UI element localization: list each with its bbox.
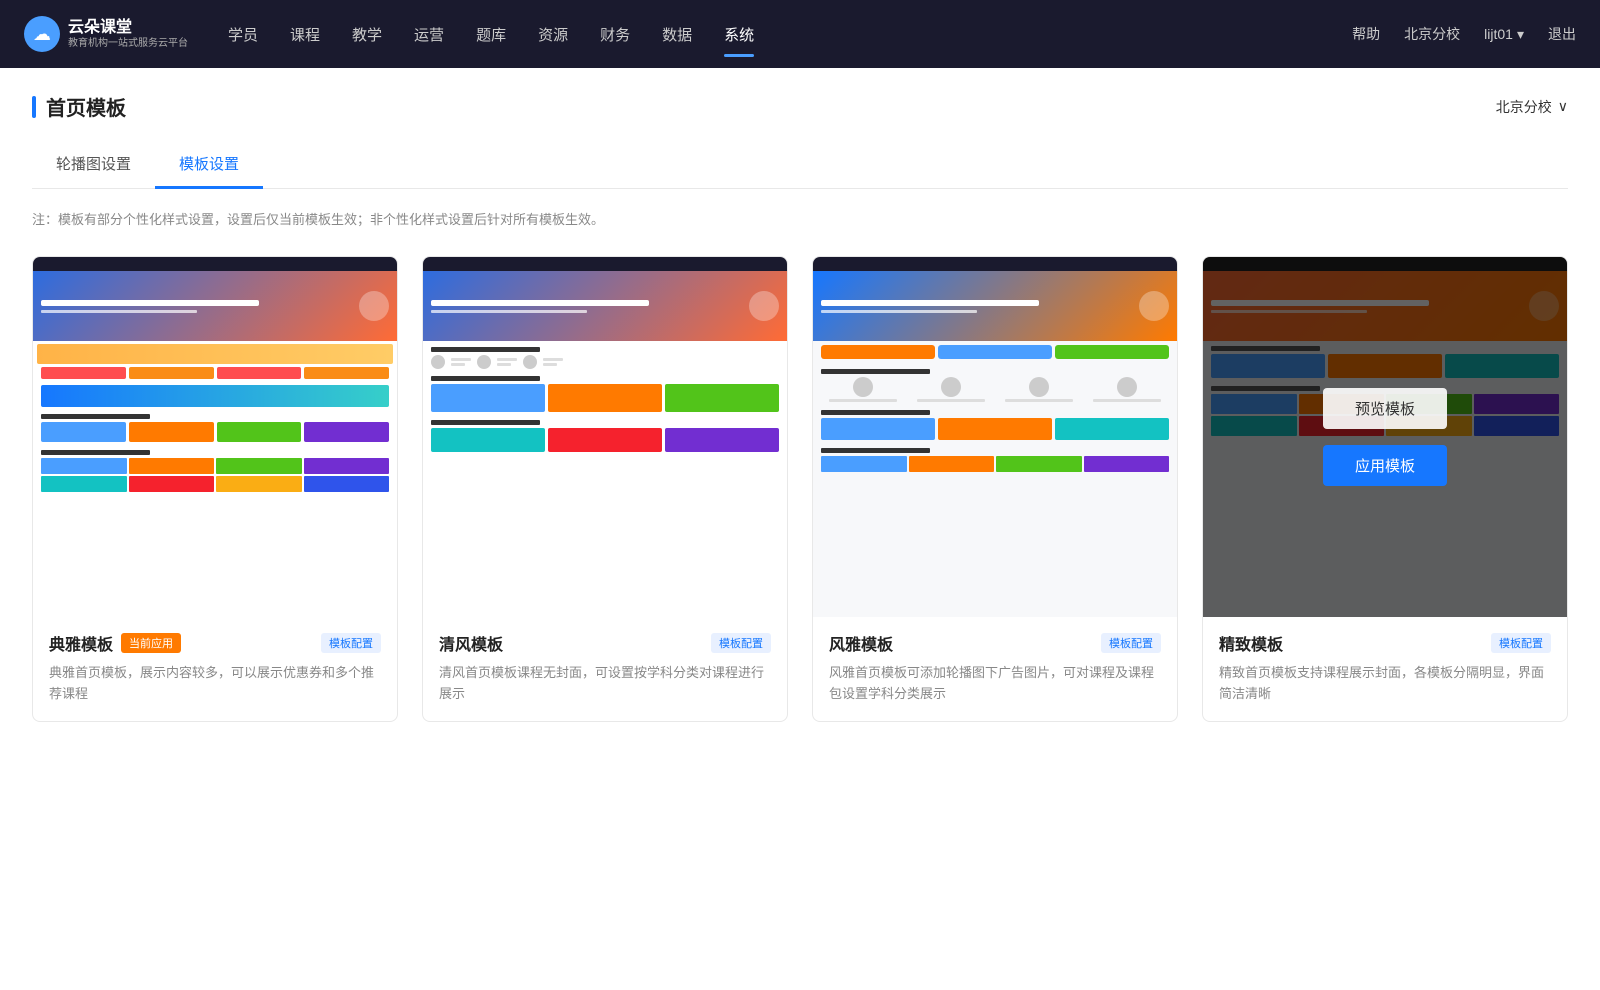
template-desc-4: 精致首页模板支持课程展示封面，各模板分隔明显，界面简洁清晰 [1219, 663, 1551, 705]
template-title-row-3: 风雅模板 模板配置 [829, 631, 1161, 655]
template-info-2: 清风模板 模板配置 清风首页模板课程无封面，可设置按学科分类对课程进行展示 [423, 617, 787, 721]
tabs-bar: 轮播图设置 模板设置 [32, 141, 1568, 189]
apply-button-3[interactable]: 应用模板 [933, 445, 1057, 486]
logo[interactable]: ☁ 云朵课堂 教育机构一站式服务云平台 [24, 16, 188, 52]
template-card-2: 预览模板 应用模板 清风模板 模板配置 清风首页模板课程无封面，可设置按学科分类… [422, 256, 788, 722]
template-title-row-4: 精致模板 模板配置 [1219, 631, 1551, 655]
user-dropdown[interactable]: lijt01 ▾ [1484, 26, 1524, 43]
username: lijt01 [1484, 26, 1513, 42]
template-card-3: 预览模板 应用模板 风雅模板 模板配置 风雅首页模板可添加轮播图下广告图片，可对… [812, 256, 1178, 722]
template-name-3: 风雅模板 [829, 631, 893, 655]
template-preview-1: 预览模板 应用模板 [33, 257, 397, 617]
logo-sub: 教育机构一站式服务云平台 [68, 38, 188, 50]
apply-button-4[interactable]: 应用模板 [1323, 445, 1447, 486]
preview-button-4[interactable]: 预览模板 [1323, 388, 1447, 429]
logo-icon: ☁ [24, 16, 60, 52]
navbar-right: 帮助 北京分校 lijt01 ▾ 退出 [1352, 24, 1576, 44]
nav-item-resources[interactable]: 资源 [538, 16, 568, 53]
current-badge-1: 当前应用 [121, 633, 181, 653]
preview-button-2[interactable]: 预览模板 [543, 388, 667, 429]
template-card-4: 预览模板 应用模板 精致模板 模板配置 精致首页模板支持课程展示封面，各模板分隔… [1202, 256, 1568, 722]
page-title-bar [32, 96, 36, 118]
template-title-row-2: 清风模板 模板配置 [439, 631, 771, 655]
logo-main: 云朵课堂 [68, 18, 188, 37]
nav-item-questions[interactable]: 题库 [476, 16, 506, 53]
tab-template[interactable]: 模板设置 [155, 141, 263, 189]
nav-menu: 学员 课程 教学 运营 题库 资源 财务 数据 系统 [228, 16, 1352, 53]
template-overlay-4: 预览模板 应用模板 [1203, 257, 1567, 617]
nav-item-students[interactable]: 学员 [228, 16, 258, 53]
chevron-down-icon: ▾ [1517, 26, 1524, 43]
help-link[interactable]: 帮助 [1352, 24, 1380, 44]
nav-item-finance[interactable]: 财务 [600, 16, 630, 53]
note-text: 注：模板有部分个性化样式设置，设置后仅当前模板生效；非个性化样式设置后针对所有模… [32, 209, 1568, 228]
page-title: 首页模板 [46, 92, 126, 121]
nav-item-teaching[interactable]: 教学 [352, 16, 382, 53]
nav-item-system[interactable]: 系统 [724, 16, 754, 53]
preview-button-3[interactable]: 预览模板 [933, 388, 1057, 429]
chevron-down-icon: ∨ [1558, 98, 1568, 115]
apply-button-1[interactable]: 应用模板 [153, 445, 277, 486]
branch-link[interactable]: 北京分校 [1404, 24, 1460, 44]
template-desc-1: 典雅首页模板，展示内容较多，可以展示优惠券和多个推荐课程 [49, 663, 381, 705]
branch-selector[interactable]: 北京分校 ∨ [1496, 97, 1568, 117]
template-desc-2: 清风首页模板课程无封面，可设置按学科分类对课程进行展示 [439, 663, 771, 705]
template-preview-3: 预览模板 应用模板 [813, 257, 1177, 617]
config-badge-4[interactable]: 模板配置 [1491, 633, 1551, 653]
page-content: 首页模板 北京分校 ∨ 轮播图设置 模板设置 注：模板有部分个性化样式设置，设置… [0, 68, 1600, 990]
config-badge-2[interactable]: 模板配置 [711, 633, 771, 653]
templates-grid: 预览模板 应用模板 典雅模板 当前应用 模板配置 典雅首页模板，展示内容较多，可… [32, 256, 1568, 722]
template-preview-2: 预览模板 应用模板 [423, 257, 787, 617]
navbar: ☁ 云朵课堂 教育机构一站式服务云平台 学员 课程 教学 运营 题库 资源 财务… [0, 0, 1600, 68]
template-desc-3: 风雅首页模板可添加轮播图下广告图片，可对课程及课程包设置学科分类展示 [829, 663, 1161, 705]
config-badge-1[interactable]: 模板配置 [321, 633, 381, 653]
nav-item-data[interactable]: 数据 [662, 16, 692, 53]
template-info-3: 风雅模板 模板配置 风雅首页模板可添加轮播图下广告图片，可对课程及课程包设置学科… [813, 617, 1177, 721]
template-name-4: 精致模板 [1219, 631, 1283, 655]
template-card-1: 预览模板 应用模板 典雅模板 当前应用 模板配置 典雅首页模板，展示内容较多，可… [32, 256, 398, 722]
tab-carousel[interactable]: 轮播图设置 [32, 141, 155, 189]
page-header: 首页模板 北京分校 ∨ [32, 68, 1568, 141]
template-name-1: 典雅模板 [49, 631, 113, 655]
template-name-2: 清风模板 [439, 631, 503, 655]
nav-item-courses[interactable]: 课程 [290, 16, 320, 53]
page-title-wrap: 首页模板 [32, 92, 126, 121]
logout-link[interactable]: 退出 [1548, 24, 1576, 44]
apply-button-2[interactable]: 应用模板 [543, 445, 667, 486]
template-info-4: 精致模板 模板配置 精致首页模板支持课程展示封面，各模板分隔明显，界面简洁清晰 [1203, 617, 1567, 721]
branch-name: 北京分校 [1496, 97, 1552, 117]
preview-button-1[interactable]: 预览模板 [153, 388, 277, 429]
template-preview-4: 预览模板 应用模板 [1203, 257, 1567, 617]
template-title-row-1: 典雅模板 当前应用 模板配置 [49, 631, 381, 655]
template-info-1: 典雅模板 当前应用 模板配置 典雅首页模板，展示内容较多，可以展示优惠券和多个推… [33, 617, 397, 721]
nav-item-operations[interactable]: 运营 [414, 16, 444, 53]
config-badge-3[interactable]: 模板配置 [1101, 633, 1161, 653]
